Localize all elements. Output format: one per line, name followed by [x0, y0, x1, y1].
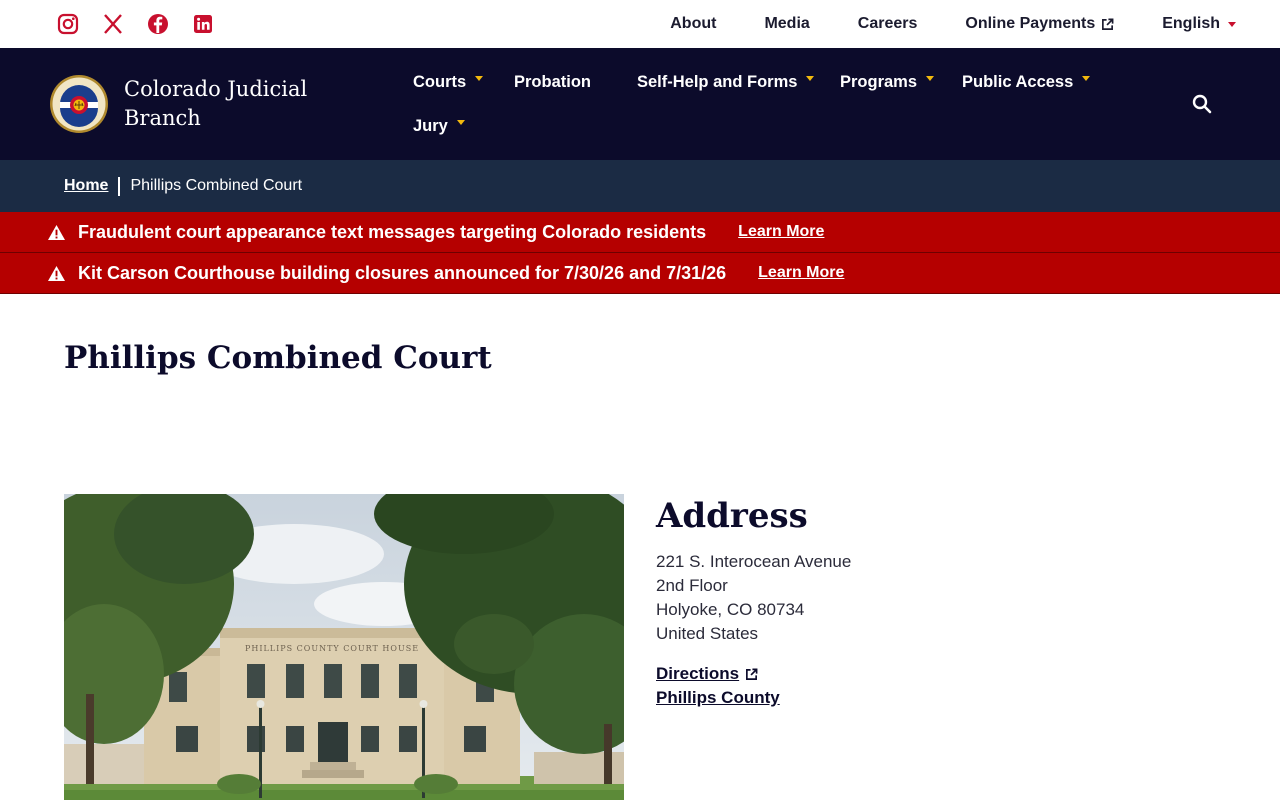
media-link[interactable]: Media: [764, 15, 809, 33]
nav-courts[interactable]: Courts: [413, 68, 484, 96]
about-link[interactable]: About: [670, 15, 716, 33]
search-icon[interactable]: [1190, 92, 1214, 116]
page-title: Phillips Combined Court: [64, 340, 492, 376]
directions-link[interactable]: Directions: [656, 662, 780, 686]
address-heading: Address: [656, 496, 808, 536]
court-address: 221 S. Interocean Avenue 2nd Floor Holyo…: [656, 550, 851, 646]
chevron-down-icon: [1228, 21, 1236, 27]
online-payments-link[interactable]: Online Payments: [965, 15, 1114, 33]
instagram-link[interactable]: [56, 12, 80, 36]
utility-bar: About Media Careers Online Payments Engl…: [0, 0, 1280, 48]
address-links: Directions Phillips County: [656, 662, 780, 710]
x-link[interactable]: [101, 12, 125, 36]
address-line: 2nd Floor: [656, 576, 728, 595]
courthouse-photo: PHILLIPS COUNTY COURT HOUSE: [64, 494, 624, 800]
breadcrumb-current: Phillips Combined Court: [130, 177, 303, 194]
chevron-down-icon: [475, 75, 484, 81]
nav-jury[interactable]: Jury: [413, 112, 465, 140]
main-header: Colorado Judicial Branch Courts Probatio…: [0, 48, 1280, 160]
county-link[interactable]: Phillips County: [656, 686, 780, 710]
warning-icon: [48, 224, 65, 240]
alert-banner: Fraudulent court appearance text message…: [0, 212, 1280, 253]
nav-self-help-and-forms[interactable]: Self-Help and Forms: [637, 68, 815, 96]
nav-probation[interactable]: Probation: [514, 68, 591, 96]
site-brand[interactable]: Colorado Judicial Branch: [124, 75, 344, 133]
alert-message: Kit Carson Courthouse building closures …: [78, 262, 727, 283]
chevron-down-icon: [926, 75, 935, 81]
language-selector[interactable]: English: [1162, 15, 1236, 33]
alert-message: Fraudulent court appearance text message…: [78, 221, 707, 242]
address-line: 221 S. Interocean Avenue: [656, 552, 852, 571]
alert-banner: Kit Carson Courthouse building closures …: [0, 253, 1280, 294]
facebook-icon: [148, 14, 168, 34]
address-line: United States: [656, 624, 759, 643]
breadcrumb-home-link[interactable]: Home: [64, 177, 108, 195]
instagram-icon: [57, 13, 79, 35]
alert-learn-more-link[interactable]: Learn More: [758, 264, 844, 282]
chevron-down-icon: [456, 119, 465, 125]
address-line: Holyoke, CO 80734: [656, 600, 805, 619]
chevron-down-icon: [806, 75, 815, 81]
chevron-down-icon: [1082, 75, 1091, 81]
colorado-courts-seal-icon[interactable]: [49, 74, 109, 134]
building-sign-text: PHILLIPS COUNTY COURT HOUSE: [245, 644, 419, 653]
courthouse-illustration: PHILLIPS COUNTY COURT HOUSE: [64, 494, 624, 800]
linkedin-icon: [194, 15, 212, 33]
breadcrumb-separator: [118, 176, 121, 196]
x-icon: [104, 14, 122, 34]
social-links: [56, 12, 215, 36]
alert-learn-more-link[interactable]: Learn More: [738, 223, 824, 241]
nav-public-access[interactable]: Public Access: [962, 68, 1091, 96]
careers-link[interactable]: Careers: [858, 15, 918, 33]
utility-nav: About Media Careers Online Payments Engl…: [622, 0, 1236, 48]
breadcrumb: Home Phillips Combined Court: [0, 160, 1280, 212]
external-link-icon: [746, 668, 758, 680]
external-link-icon: [1102, 18, 1114, 30]
warning-icon: [48, 265, 65, 281]
linkedin-link[interactable]: [191, 12, 215, 36]
facebook-link[interactable]: [146, 12, 170, 36]
nav-programs[interactable]: Programs: [840, 68, 935, 96]
